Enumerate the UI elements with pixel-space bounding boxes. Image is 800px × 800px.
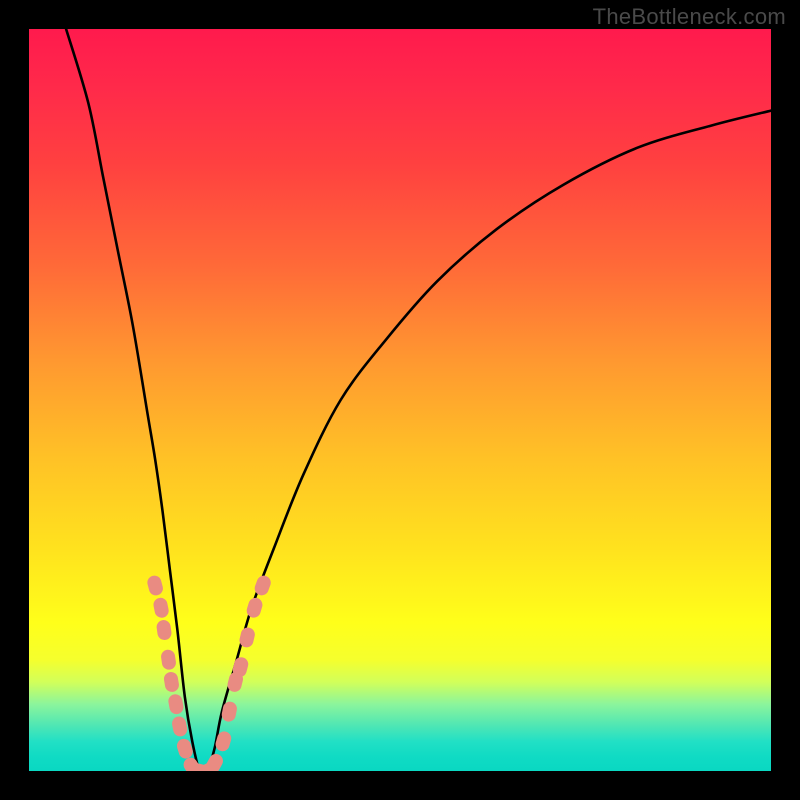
chart-frame: TheBottleneck.com [0,0,800,800]
marker-pill [204,751,226,771]
marker-pill [221,700,239,722]
marker-pill [156,619,173,641]
marker-pill [253,574,273,598]
marker-pill [171,715,189,737]
watermark-text: TheBottleneck.com [593,4,786,30]
marker-pill [152,597,170,619]
marker-pill [163,671,180,693]
marker-pill [238,626,256,649]
marker-pill [175,737,194,760]
marker-pill [160,649,177,671]
marker-pill [146,574,165,597]
marker-pill [214,730,233,753]
markers-svg [29,29,771,771]
marker-group [146,574,273,771]
marker-pill [245,596,264,619]
marker-pill [167,693,184,715]
plot-area [29,29,771,771]
